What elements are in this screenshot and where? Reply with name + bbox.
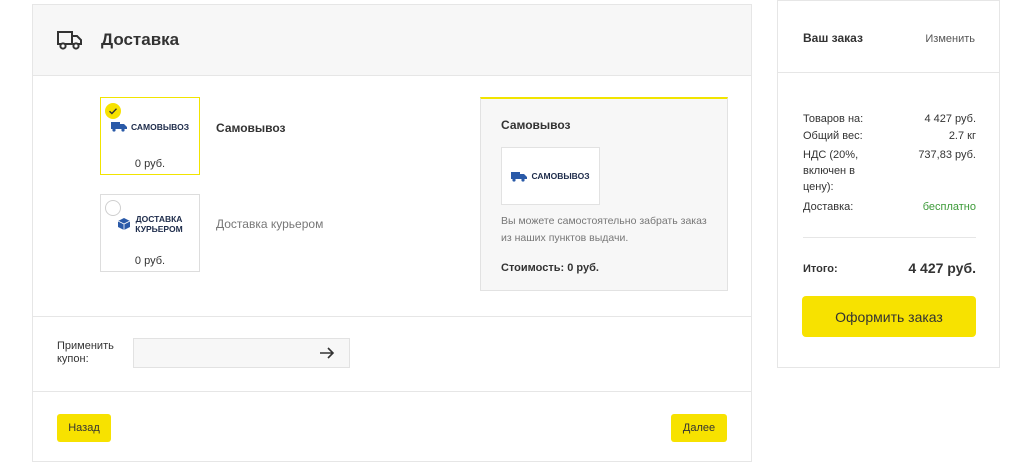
delivery-header: Доставка [33, 5, 751, 76]
box-icon [118, 217, 131, 230]
option-label-courier[interactable]: Доставка курьером [216, 217, 323, 231]
truck-icon [511, 171, 528, 182]
page-title: Доставка [101, 30, 180, 49]
delivery-free: бесплатно [922, 201, 976, 213]
delivery-panel: Доставка САМОВЫВОЗ 0 руб. Самовывоз ДОСТ… [32, 4, 752, 462]
selected-check [105, 103, 121, 119]
detail-description: Вы можете самостоятельно забрать заказ и… [501, 215, 707, 244]
coupon-input[interactable] [134, 339, 314, 367]
summary-divider [803, 237, 976, 238]
detail-logo: САМОВЫВОЗ [501, 147, 600, 205]
detail-cost: Стоимость: 0 руб. [501, 262, 599, 274]
edit-link[interactable]: Изменить [925, 33, 975, 45]
summary-row: НДС (20%, включен в цену): 737,83 руб. [803, 149, 976, 193]
arrow-right-icon[interactable] [319, 346, 335, 360]
order-title: Ваш заказ [803, 31, 863, 45]
detail-title: Самовывоз [501, 118, 571, 132]
next-button[interactable]: Далее [671, 414, 727, 442]
delivery-option-pickup[interactable]: САМОВЫВОЗ 0 руб. [100, 97, 200, 175]
coupon-label: Применить купон: [57, 340, 114, 365]
truck-icon [110, 122, 127, 132]
option-price: 0 руб. [101, 154, 199, 174]
checkout-button[interactable]: Оформить заказ [802, 296, 976, 337]
back-button[interactable]: Назад [57, 414, 111, 442]
option-label-pickup[interactable]: Самовывоз [216, 121, 286, 135]
order-summary: Ваш заказ Изменить Товаров на: 4 427 руб… [777, 0, 1000, 368]
section-divider [33, 316, 751, 317]
truck-icon [57, 31, 82, 50]
coupon-field [133, 338, 350, 368]
delivery-option-courier[interactable]: ДОСТАВКА КУРЬЕРОМ 0 руб. [100, 194, 200, 272]
courier-logo: ДОСТАВКА КУРЬЕРОМ [117, 214, 183, 234]
check-icon [109, 108, 118, 115]
pickup-logo: САМОВЫВОЗ [110, 121, 189, 132]
option-price: 0 руб. [101, 251, 199, 271]
radio-unselected[interactable] [105, 200, 121, 216]
section-divider [33, 391, 751, 392]
delivery-detail-card: Самовывоз САМОВЫВОЗ Вы можете самостояте… [480, 97, 728, 291]
